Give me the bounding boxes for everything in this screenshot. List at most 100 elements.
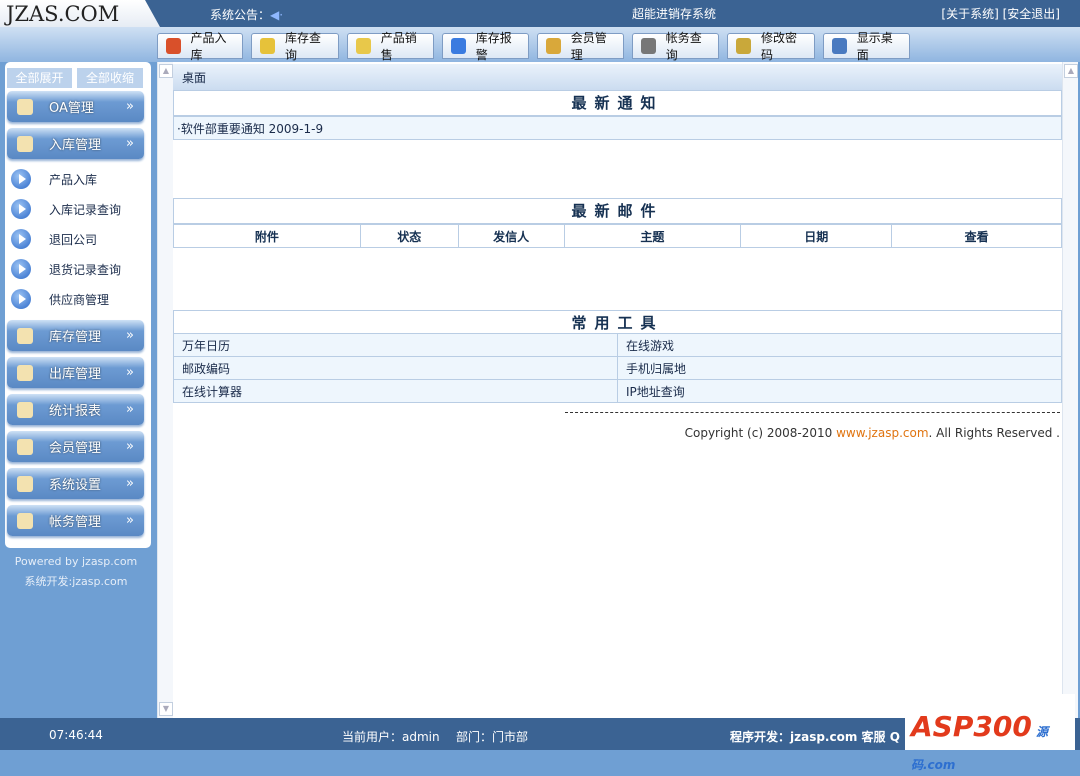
chevron-right-icon: » <box>126 513 134 528</box>
top-links: [关于系统] [安全退出] <box>941 5 1060 22</box>
toolbar-button-8[interactable]: 显示桌面 <box>823 31 910 62</box>
tool-link[interactable]: 在线计算器 <box>173 379 618 403</box>
expand-all-button[interactable]: 全部展开 <box>7 68 72 88</box>
sidebar-menu-8[interactable]: 帐务管理 » <box>7 505 144 536</box>
current-user: 当前用户：admin <box>342 730 440 744</box>
top-bar <box>0 0 1080 27</box>
chevron-right-icon: » <box>126 328 134 343</box>
book-icon <box>260 38 275 54</box>
developer-text: 系统开发:jzasp.com <box>24 575 128 588</box>
menu-label: 帐务管理 <box>49 515 102 530</box>
sidebar-menu-4[interactable]: 出库管理 » <box>7 357 144 388</box>
menu-label: 库存管理 <box>49 330 102 345</box>
scroll-up-icon[interactable]: ▲ <box>1064 64 1078 78</box>
tools-row: 邮政编码 手机归属地 <box>173 356 1062 380</box>
menu-label: 会员管理 <box>49 441 102 456</box>
toolbar-button-1[interactable]: 产品入库 <box>157 31 243 62</box>
toolbar-label: 库存查询 <box>285 31 322 62</box>
tools-row: 在线计算器 IP地址查询 <box>173 379 1062 403</box>
submenu-label: 退回公司 <box>49 232 98 247</box>
chevron-right-icon: » <box>126 365 134 380</box>
scroll-down-icon[interactable]: ▼ <box>159 702 173 716</box>
tool-link[interactable]: 邮政编码 <box>173 356 618 380</box>
notice-item[interactable]: ·软件部重要通知 2009-1-9 <box>173 116 1062 140</box>
sidebar-menu-6[interactable]: 会员管理 » <box>7 431 144 462</box>
mail-column-header: 主题 <box>563 224 742 248</box>
play-bullet-icon <box>11 289 31 309</box>
toolbar: 产品入库 库存查询 产品销售 库存报警 会员管理 帐务查询 修改密码 显示桌面 <box>0 27 1080 62</box>
tool-link[interactable]: 万年日历 <box>173 333 618 357</box>
system-title: 超能进销存系统 <box>632 7 717 21</box>
sidebar: 全部展开 全部收缩 OA管理 » 入库管理 » 库存管理 » 出库管理 » 统计报表 » 会员管理 »… <box>5 62 151 548</box>
mail-column-header: 发信人 <box>457 224 565 248</box>
toolbar-label: 库存报警 <box>475 31 512 62</box>
copyright-link[interactable]: www.jzasp.com <box>836 426 928 440</box>
sidebar-menu-7[interactable]: 系统设置 » <box>7 468 144 499</box>
desktop-icon <box>832 38 847 54</box>
toolbar-button-7[interactable]: 修改密码 <box>727 31 815 62</box>
submenu-item[interactable]: 退回公司 <box>11 228 131 250</box>
about-link[interactable]: [关于系统] <box>941 7 998 21</box>
toolbar-button-6[interactable]: 帐务查询 <box>632 31 719 62</box>
tools-table: 万年日历 在线游戏 邮政编码 手机归属地 在线计算器 IP地址查询 <box>173 333 1062 403</box>
keys-icon <box>736 38 751 54</box>
submenu-item[interactable]: 供应商管理 <box>11 288 131 310</box>
tool-link[interactable]: IP地址查询 <box>617 379 1062 403</box>
toolbar-button-3[interactable]: 产品销售 <box>347 31 434 62</box>
powered-by: Powered by jzasp.com 系统开发:jzasp.com <box>0 552 152 592</box>
pen-icon <box>17 512 33 529</box>
clock: 07:46:44 <box>49 728 103 742</box>
collapse-all-button[interactable]: 全部收缩 <box>77 68 143 88</box>
sidebar-menu-5[interactable]: 统计报表 » <box>7 394 144 425</box>
speaker-icon: ◀︎· <box>270 8 284 22</box>
toolbar-label: 显示桌面 <box>856 31 893 62</box>
copyright: Copyright (c) 2008-2010 www.jzasp.com. A… <box>685 426 1060 440</box>
breadcrumb: 桌面 <box>173 64 1062 90</box>
globe-icon <box>17 475 33 492</box>
inbound-icon <box>17 135 33 152</box>
tool-link[interactable]: 在线游戏 <box>617 333 1062 357</box>
tool-link[interactable]: 手机归属地 <box>617 356 1062 380</box>
sidebar-menu-3[interactable]: 库存管理 » <box>7 320 144 351</box>
scroll-up-icon[interactable]: ▲ <box>159 64 173 78</box>
boxes-icon <box>17 327 33 344</box>
logo: JZAS.COM <box>0 0 160 27</box>
mail-table: 附件 状态 发信人 主题 日期 查看 <box>173 224 1062 248</box>
chevron-right-icon: » <box>126 136 134 151</box>
mail-column-header: 查看 <box>891 224 1062 248</box>
member-icon <box>546 38 561 54</box>
logout-link[interactable]: [安全退出] <box>1003 7 1060 21</box>
notice-table: ·软件部重要通知 2009-1-9 <box>173 116 1062 140</box>
notice-title: 最新通知 <box>173 90 1062 116</box>
mail-title: 最新邮件 <box>173 198 1062 224</box>
system-notice: 系统公告：◀︎· <box>210 6 283 23</box>
menu-label: 出库管理 <box>49 367 102 382</box>
submenu-label: 入库记录查询 <box>49 202 122 217</box>
hand-house-icon <box>17 98 33 115</box>
menu-label: 入库管理 <box>49 138 102 153</box>
tools-row: 万年日历 在线游戏 <box>173 333 1062 357</box>
toolbar-button-4[interactable]: 库存报警 <box>442 31 529 62</box>
asp300-watermark-logo: ASP300 源码.com <box>905 694 1075 772</box>
play-bullet-icon <box>11 259 31 279</box>
toolbar-label: 修改密码 <box>761 31 798 62</box>
play-bullet-icon <box>11 169 31 189</box>
mail-column-header: 状态 <box>359 224 459 248</box>
sidebar-menu-2[interactable]: 入库管理 » <box>7 128 144 159</box>
report-icon <box>17 401 33 418</box>
sidebar-menu-1[interactable]: OA管理 » <box>7 91 144 122</box>
left-scrollbar[interactable]: ▲ ▼ <box>157 62 173 718</box>
smiley-icon <box>17 438 33 455</box>
toolbar-button-5[interactable]: 会员管理 <box>537 31 624 62</box>
mail-column-header: 日期 <box>740 224 893 248</box>
right-scrollbar[interactable]: ▲ <box>1062 62 1078 718</box>
submenu-label: 退货记录查询 <box>49 262 122 277</box>
submenu-label: 供应商管理 <box>49 292 110 307</box>
desktop-content: 桌面 最新通知 ·软件部重要通知 2009-1-9 最新邮件 附件 状态 发信人 主题… <box>173 62 1062 718</box>
submenu-item[interactable]: 退货记录查询 <box>11 258 131 280</box>
submenu-item[interactable]: 入库记录查询 <box>11 198 131 220</box>
developer-info: 程序开发：jzasp.com 客服 Q <box>730 730 900 744</box>
submenu-item[interactable]: 产品入库 <box>11 168 131 190</box>
submenu-label: 产品入库 <box>49 172 98 187</box>
toolbar-button-2[interactable]: 库存查询 <box>251 31 339 62</box>
